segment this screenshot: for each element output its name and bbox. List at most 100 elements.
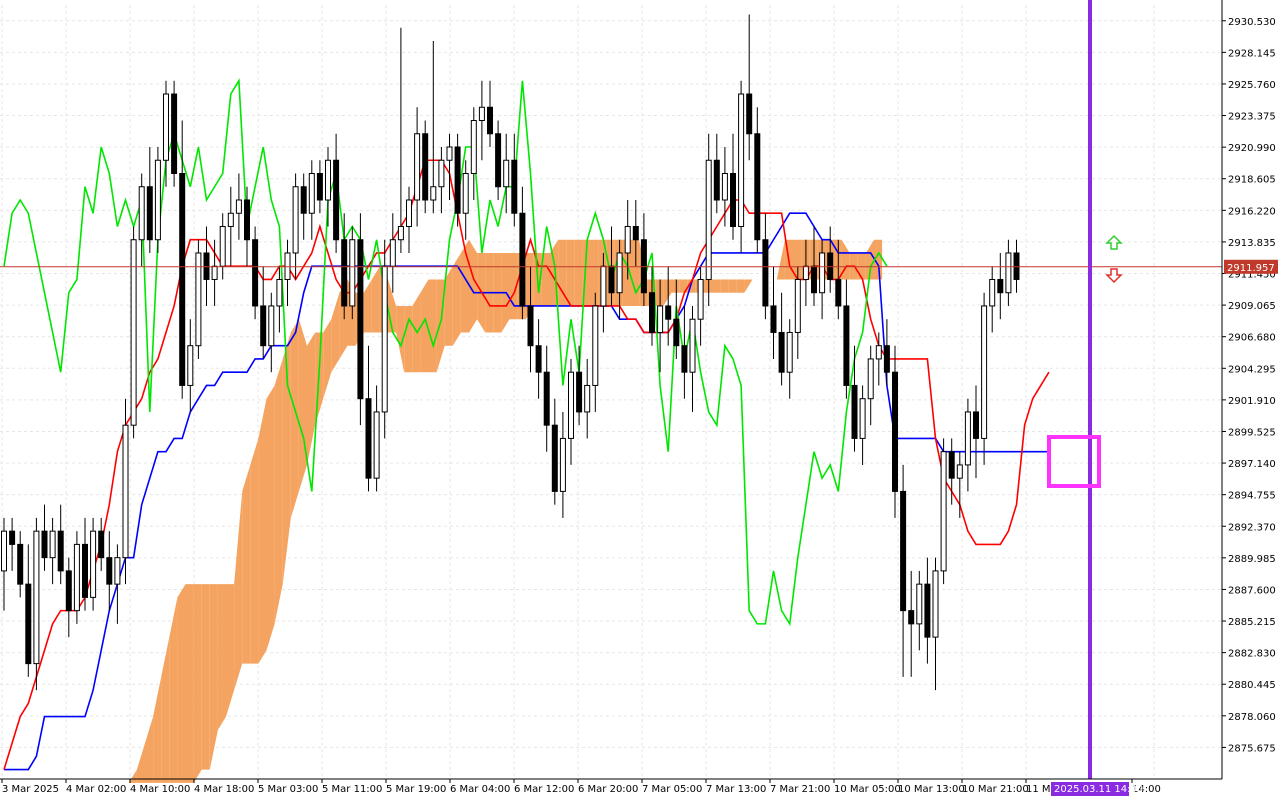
candle-body	[778, 331, 785, 373]
candle-body	[867, 358, 874, 400]
time-tick-label: 10 Mar 21:00	[962, 784, 1029, 795]
candle-body	[381, 265, 388, 413]
candle-body	[114, 557, 121, 585]
cloud-segment	[250, 438, 259, 664]
candle-body	[738, 93, 745, 227]
candle-body	[487, 106, 493, 135]
candle-body	[430, 186, 437, 201]
candle-body	[227, 212, 234, 227]
candle-body	[519, 212, 526, 307]
cloud-segment	[857, 252, 866, 280]
candle-body	[122, 424, 129, 559]
time-tick-label: 5 Mar 11:00	[322, 784, 382, 795]
candle-body	[568, 371, 574, 439]
cloud-segment	[590, 239, 599, 306]
candle-body	[454, 146, 461, 214]
price-tick-label: 2882.830	[1228, 649, 1276, 660]
candle-body	[948, 451, 955, 479]
candle-body	[608, 265, 615, 294]
candle-body	[316, 172, 323, 201]
candle-body	[746, 93, 753, 135]
candle-body	[187, 345, 194, 386]
candle-body	[154, 159, 161, 241]
candle-body	[916, 583, 923, 625]
candle-body	[276, 278, 283, 307]
candle-body	[624, 225, 631, 254]
cloud-segment	[728, 279, 737, 293]
candle-body	[106, 557, 113, 585]
cloud-segment	[631, 239, 640, 306]
candle-body	[827, 252, 834, 280]
candle-body	[260, 305, 267, 347]
price-tick-label: 2880.445	[1228, 680, 1276, 691]
candle-body	[883, 345, 890, 373]
current-price-label: 2911.957	[1227, 263, 1275, 274]
candle-body	[762, 239, 769, 307]
candle-body	[495, 133, 502, 188]
time-tick-label: 7 Mar 05:00	[642, 784, 702, 795]
price-tick-label: 2894.755	[1228, 491, 1276, 502]
candle-body	[811, 265, 817, 294]
candle-body	[203, 252, 210, 280]
cloud-segment	[242, 464, 251, 664]
price-tick-label: 2918.605	[1228, 175, 1276, 186]
candle-body	[244, 199, 250, 241]
candle-body	[616, 252, 623, 294]
time-tick-label: 10 Mar 13:00	[898, 784, 965, 795]
candle-body	[689, 318, 696, 373]
candle-body	[924, 583, 931, 638]
candle-body	[802, 265, 809, 280]
time-tick-label: 3 Mar 2025	[2, 784, 59, 795]
candle-body	[892, 371, 898, 492]
candle-body	[657, 305, 664, 333]
candle-body	[835, 278, 842, 307]
price-tick-label: 2892.370	[1228, 522, 1276, 533]
candle-body	[470, 120, 477, 174]
time-tick-label: 5 Mar 19:00	[386, 784, 446, 795]
price-tick-label: 2899.525	[1228, 427, 1276, 438]
price-tick-label: 2920.990	[1228, 143, 1276, 154]
candle-body	[940, 451, 947, 572]
price-tick-label: 2925.760	[1228, 80, 1276, 91]
candle-body	[900, 490, 907, 612]
candle-body	[357, 239, 364, 400]
candle-body	[592, 305, 599, 386]
candle-body	[819, 252, 826, 294]
time-tick-label: 6 Mar 12:00	[514, 784, 574, 795]
cloud-segment	[671, 279, 680, 293]
price-tick-label: 2923.375	[1228, 112, 1276, 123]
candle-body	[138, 186, 145, 241]
candle-body	[292, 186, 299, 254]
price-tick-label: 2909.065	[1228, 301, 1276, 312]
candle-body	[640, 239, 647, 294]
cloud-segment	[703, 279, 712, 293]
time-tick-label: 6 Mar 20:00	[578, 784, 638, 795]
candle-body	[300, 186, 307, 214]
candle-body	[932, 570, 939, 638]
candle-body	[478, 106, 485, 122]
candle-body	[576, 371, 583, 413]
price-tick-label: 2875.675	[1228, 743, 1276, 754]
candle-body	[584, 384, 591, 413]
candle-body	[543, 371, 550, 426]
candle-body	[511, 159, 518, 214]
candle-body	[446, 146, 453, 161]
candle-body	[252, 239, 259, 307]
candle-body	[90, 530, 97, 598]
price-tick-label: 2878.060	[1228, 712, 1276, 723]
candle-body	[389, 239, 396, 267]
cloud-segment	[274, 358, 283, 624]
candle-body	[649, 292, 655, 333]
cloud-segment	[266, 385, 275, 651]
cloud-segment	[177, 584, 186, 783]
cloud-segment	[574, 239, 583, 306]
candle-body	[308, 172, 315, 214]
ichimoku-chart: 2930.530 2928.145 2925.760 2923.375 2920.990…	[0, 0, 1280, 800]
candle-body	[82, 543, 88, 598]
candle-body	[130, 239, 137, 426]
price-tick-label: 2928.145	[1228, 48, 1276, 59]
price-tick-label: 2897.140	[1228, 459, 1276, 470]
crosshair-time-label: 2025.03.11 14:00	[1054, 784, 1143, 795]
candle-body	[1, 530, 7, 572]
candle-body	[33, 530, 40, 665]
